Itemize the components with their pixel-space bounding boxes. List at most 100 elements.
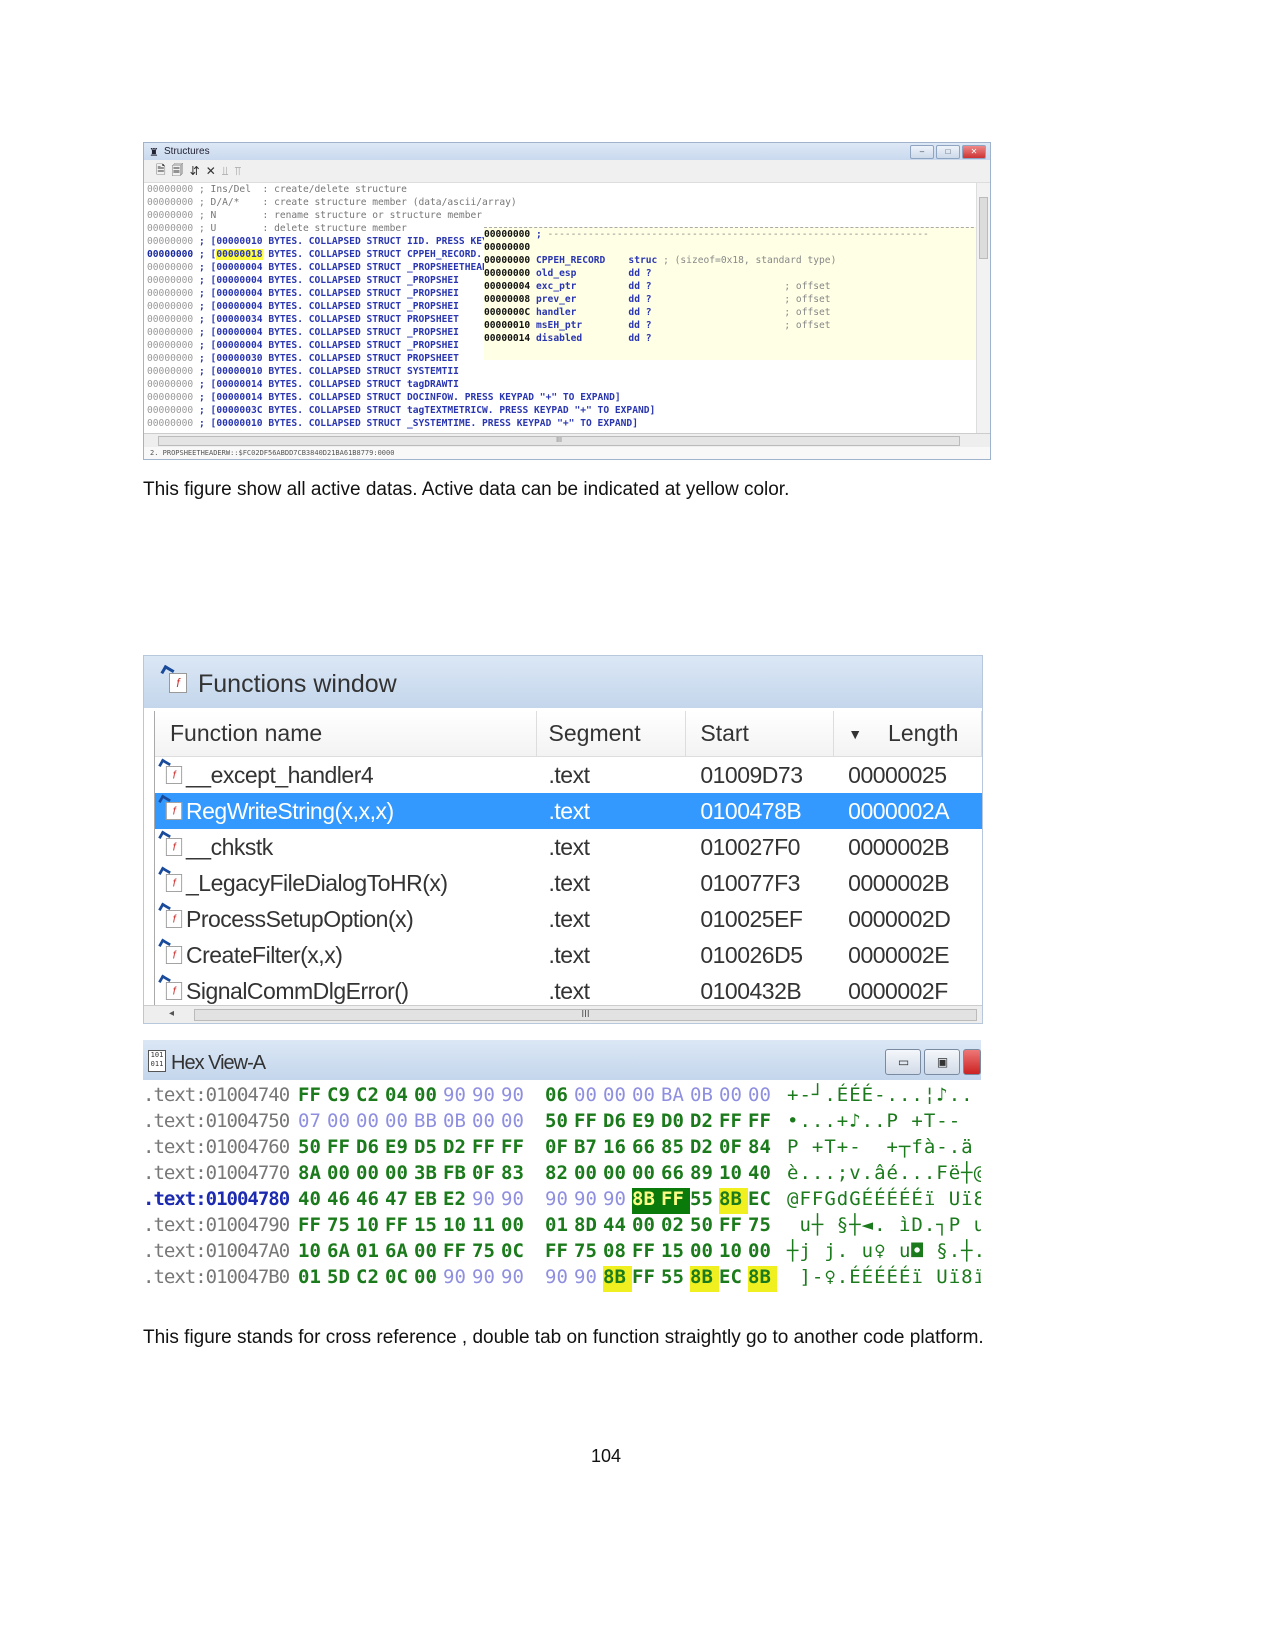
hex-byte[interactable]: 90 [603, 1188, 632, 1214]
hex-byte[interactable]: D2 [443, 1136, 472, 1162]
hex-byte[interactable]: 75 [748, 1214, 777, 1240]
hex-byte[interactable]: 55 [690, 1188, 719, 1214]
hex-byte[interactable]: 00 [414, 1240, 443, 1266]
hex-byte[interactable]: E2 [443, 1188, 472, 1214]
function-row[interactable]: f CreateFilter(x,x) .text 010026D5 0000002E [155, 937, 982, 973]
hex-byte[interactable]: 02 [661, 1214, 690, 1240]
hex-byte[interactable]: 90 [472, 1188, 501, 1214]
struct-line[interactable]: 00000000 ; [00000014 BYTES. COLLAPSED ST… [147, 378, 976, 391]
hex-byte[interactable]: B7 [574, 1136, 603, 1162]
hex-byte[interactable]: 00 [632, 1214, 661, 1240]
hex-byte[interactable]: 10 [443, 1214, 472, 1240]
minimize-button[interactable]: – [910, 145, 934, 159]
column-segment[interactable]: Segment [537, 711, 687, 756]
hex-byte[interactable]: C2 [356, 1084, 385, 1110]
maximize-button[interactable]: □ [936, 145, 960, 159]
hex-byte[interactable]: 50 [298, 1136, 327, 1162]
hex-byte[interactable]: 89 [690, 1162, 719, 1188]
hex-byte[interactable]: EC [748, 1188, 777, 1214]
hex-row[interactable]: .text:01004750 07 00 00 00 BB 0B 00 00 50 FF D6 E9 D0… [143, 1110, 961, 1136]
hex-byte[interactable]: 84 [748, 1136, 777, 1162]
hex-byte[interactable]: 6A [385, 1240, 414, 1266]
hex-byte[interactable]: 0F [719, 1136, 748, 1162]
hex-byte[interactable]: 04 [385, 1084, 414, 1110]
hex-row[interactable]: .text:010047A0 10 6A 01 6A 00 FF 75 0C FF 75 08 FF 15… [143, 1240, 981, 1266]
hex-byte[interactable]: 75 [574, 1240, 603, 1266]
hex-byte[interactable]: 90 [501, 1188, 530, 1214]
hex-byte[interactable]: 50 [545, 1110, 574, 1136]
hex-byte[interactable]: 00 [414, 1084, 443, 1110]
hex-byte[interactable]: D6 [356, 1136, 385, 1162]
hex-byte[interactable]: 00 [632, 1084, 661, 1110]
hex-byte[interactable]: FF [327, 1136, 356, 1162]
hex-byte[interactable]: 00 [472, 1110, 501, 1136]
hex-byte[interactable]: 00 [574, 1084, 603, 1110]
hex-byte[interactable]: 0F [545, 1136, 574, 1162]
hex-byte[interactable]: 90 [574, 1266, 603, 1292]
hex-byte[interactable]: FF [472, 1136, 501, 1162]
hex-byte[interactable]: 90 [443, 1266, 472, 1292]
hex-byte[interactable]: 85 [661, 1136, 690, 1162]
maximize-button[interactable]: ▣ [924, 1049, 960, 1075]
scroll-grip[interactable]: III [194, 1009, 977, 1021]
hex-byte[interactable]: FB [443, 1162, 472, 1188]
hex-byte[interactable]: FF [574, 1110, 603, 1136]
hex-byte[interactable]: 8B [603, 1266, 632, 1292]
hex-byte[interactable]: 8B [719, 1188, 748, 1214]
hex-byte[interactable]: 00 [632, 1162, 661, 1188]
hex-byte[interactable]: 00 [414, 1266, 443, 1292]
hex-byte[interactable]: 0C [501, 1240, 530, 1266]
hex-byte[interactable]: 00 [603, 1162, 632, 1188]
hex-byte[interactable]: 8B [690, 1266, 719, 1292]
hex-row[interactable]: .text:01004770 8A 00 00 00 3B FB 0F 83 82 00 00 00 66… [143, 1162, 981, 1188]
hex-byte[interactable]: 5D [327, 1266, 356, 1292]
hex-byte[interactable]: 44 [603, 1214, 632, 1240]
close-button[interactable] [963, 1049, 981, 1075]
hex-byte[interactable]: 00 [501, 1214, 530, 1240]
hex-byte[interactable]: 00 [748, 1240, 777, 1266]
struct-line[interactable]: 00000000 ; [0000003C BYTES. COLLAPSED ST… [147, 404, 976, 417]
hex-byte[interactable]: 55 [661, 1266, 690, 1292]
function-row[interactable]: f __chkstk .text 010027F0 0000002B [155, 829, 982, 865]
minimize-button[interactable]: ▭ [885, 1049, 921, 1075]
hex-byte[interactable]: E9 [385, 1136, 414, 1162]
insert-icon[interactable]: ⇵ [190, 164, 200, 178]
function-row[interactable]: f SignalCommDlgError() .text 0100432B 000000… [155, 973, 982, 1009]
hex-byte[interactable]: 08 [603, 1240, 632, 1266]
hex-byte[interactable]: 10 [298, 1240, 327, 1266]
hex-byte[interactable]: 82 [545, 1162, 574, 1188]
hex-byte[interactable]: C9 [327, 1084, 356, 1110]
hex-byte[interactable]: 8B [632, 1188, 661, 1214]
hex-byte[interactable]: 00 [385, 1110, 414, 1136]
function-row[interactable]: f _LegacyFileDialogToHR(x) .text 010077F3 00… [155, 865, 982, 901]
expand-icon[interactable]: ⫪ [235, 164, 242, 179]
hex-byte[interactable]: 10 [719, 1162, 748, 1188]
hex-byte[interactable]: 66 [632, 1136, 661, 1162]
hex-byte[interactable]: 90 [443, 1084, 472, 1110]
hex-byte[interactable]: 00 [327, 1162, 356, 1188]
hex-byte[interactable]: EC [719, 1266, 748, 1292]
hex-byte[interactable]: 90 [545, 1266, 574, 1292]
hex-byte[interactable]: BA [661, 1084, 690, 1110]
hex-byte[interactable]: 3B [414, 1162, 443, 1188]
hex-row[interactable]: .text:010047B0 01 5D C2 0C 00 90 90 90 90 90 8B FF 55… [143, 1266, 981, 1292]
hex-byte[interactable]: 90 [472, 1266, 501, 1292]
function-row[interactable]: f RegWriteString(x,x,x) .text 0100478B 00000… [155, 793, 982, 829]
hex-byte[interactable]: 40 [748, 1162, 777, 1188]
hex-byte[interactable]: 90 [501, 1266, 530, 1292]
hex-byte[interactable]: E9 [632, 1110, 661, 1136]
struct-line[interactable]: 00000000 ; D/A/* : create structure memb… [147, 196, 976, 209]
hex-byte[interactable]: FF [545, 1240, 574, 1266]
hex-byte[interactable]: 00 [356, 1162, 385, 1188]
hex-byte[interactable]: 47 [385, 1188, 414, 1214]
hex-byte[interactable]: 01 [356, 1240, 385, 1266]
hex-byte[interactable]: FF [661, 1188, 690, 1214]
hex-byte[interactable]: C2 [356, 1266, 385, 1292]
hex-byte[interactable]: 8A [298, 1162, 327, 1188]
hex-byte[interactable]: FF [748, 1110, 777, 1136]
close-button[interactable]: ✕ [962, 145, 986, 159]
hex-byte[interactable]: 8B [748, 1266, 777, 1292]
hex-byte[interactable]: 06 [545, 1084, 574, 1110]
hex-byte[interactable]: 46 [327, 1188, 356, 1214]
hex-byte[interactable]: 90 [574, 1188, 603, 1214]
